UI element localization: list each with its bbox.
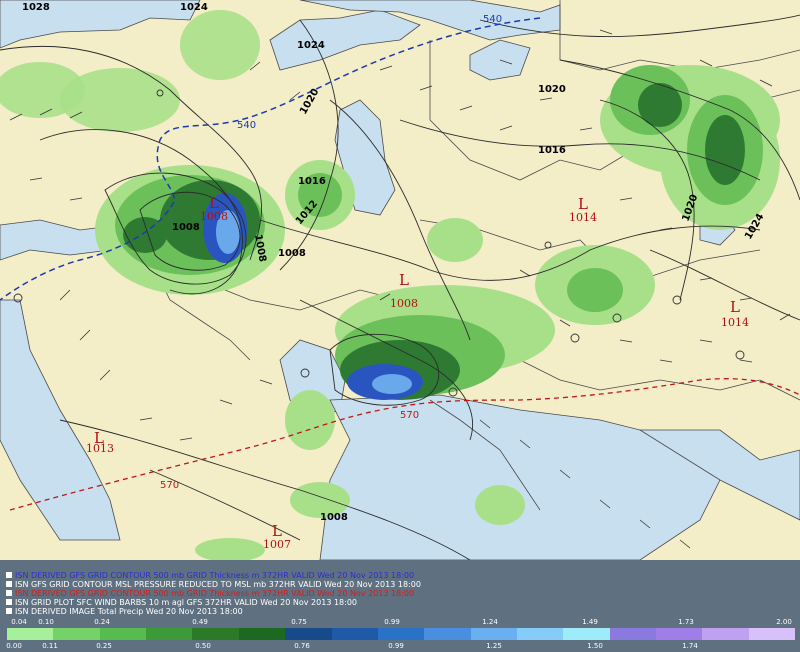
scale-swatch <box>99 628 147 640</box>
scale-tick-label: 1.49 <box>582 618 598 626</box>
scale-tick-label: 0.24 <box>94 618 110 626</box>
svg-text:1014: 1014 <box>721 316 749 329</box>
scale-swatch <box>7 628 54 640</box>
isobar-label: 1008 <box>320 512 348 523</box>
svg-text:1013: 1013 <box>86 442 114 455</box>
scale-tick-label: 0.99 <box>388 642 404 650</box>
scale-swatch <box>285 628 332 640</box>
scale-tick-label: 0.75 <box>291 618 307 626</box>
scale-tick-label: 0.10 <box>38 618 54 626</box>
scale-tick-label: 0.49 <box>192 618 208 626</box>
svg-text:L: L <box>399 271 409 289</box>
isobar-label: 1024 <box>180 2 208 13</box>
scale-swatch <box>377 628 425 640</box>
svg-text:1008: 1008 <box>200 210 228 223</box>
scale-tick-label: 0.25 <box>96 642 112 650</box>
isobar-label: 1008 <box>172 222 200 233</box>
legend-line-total-precip: ISN DERIVED IMAGE Total Precip Wed 20 No… <box>6 607 243 616</box>
isobar-label: 1016 <box>538 145 566 156</box>
thickness-540-label: 540 <box>237 120 256 131</box>
scale-swatch <box>424 628 471 640</box>
weather-map: 1028 1024 1024 1020 1020 1016 1016 1012 … <box>0 0 800 560</box>
scale-swatch <box>609 628 657 640</box>
legend-line-thickness-540: ISN DERIVED GFS GRID CONTOUR 500 mb GRID… <box>6 571 414 580</box>
scale-swatch <box>53 628 100 640</box>
scale-tick-label: 1.50 <box>587 642 603 650</box>
isobar-label: 1028 <box>22 2 50 13</box>
svg-text:1007: 1007 <box>263 538 291 551</box>
scale-swatch <box>192 628 239 640</box>
thickness-540-label: 540 <box>483 14 502 25</box>
precip-color-scale <box>7 628 796 640</box>
scale-tick-label: 0.50 <box>195 642 211 650</box>
scale-swatch <box>516 628 564 640</box>
scale-top-labels: 0.04 0.10 0.24 0.49 0.75 0.99 1.24 1.49 … <box>0 618 800 628</box>
svg-text:1014: 1014 <box>569 211 597 224</box>
scale-swatch <box>238 628 286 640</box>
scale-tick-label: 1.74 <box>682 642 698 650</box>
svg-text:1008: 1008 <box>390 297 418 310</box>
scale-swatch <box>563 628 610 640</box>
isobar-label: 1020 <box>538 84 566 95</box>
svg-text:L: L <box>730 298 740 316</box>
scale-tick-label: 1.73 <box>678 618 694 626</box>
scale-swatch <box>702 628 749 640</box>
thickness-570-label: 570 <box>160 480 179 491</box>
scale-swatch <box>146 628 193 640</box>
scale-tick-label: 0.00 <box>6 642 22 650</box>
scale-swatch <box>331 628 378 640</box>
scale-tick-label: 1.24 <box>482 618 498 626</box>
scale-tick-label: 0.99 <box>384 618 400 626</box>
legend-line-thickness-570: ISN DERIVED GFS GRID CONTOUR 500 mb GRID… <box>6 589 414 598</box>
thickness-570-label: 570 <box>400 410 419 421</box>
scale-bottom-labels: 0.00 0.11 0.25 0.50 0.76 0.99 1.25 1.50 … <box>0 642 800 652</box>
legend-line-msl-pressure: ISN GFS GRID CONTOUR MSL PRESSURE REDUCE… <box>6 580 421 589</box>
scale-tick-label: 1.25 <box>486 642 502 650</box>
scale-tick-label: 0.76 <box>294 642 310 650</box>
scale-tick-label: 2.00 <box>776 618 792 626</box>
scale-swatch <box>748 628 796 640</box>
scale-tick-label: 0.04 <box>11 618 27 626</box>
scale-swatch <box>470 628 517 640</box>
isobar-label: 1016 <box>298 176 326 187</box>
isobar-label: 1008 <box>278 248 306 259</box>
isobar-label: 1024 <box>297 40 325 51</box>
scale-swatch <box>656 628 703 640</box>
legend-line-wind-barbs: ISN GRID PLOT SFC WIND BARBS 10 m agl GF… <box>6 598 357 607</box>
scale-tick-label: 0.11 <box>42 642 58 650</box>
